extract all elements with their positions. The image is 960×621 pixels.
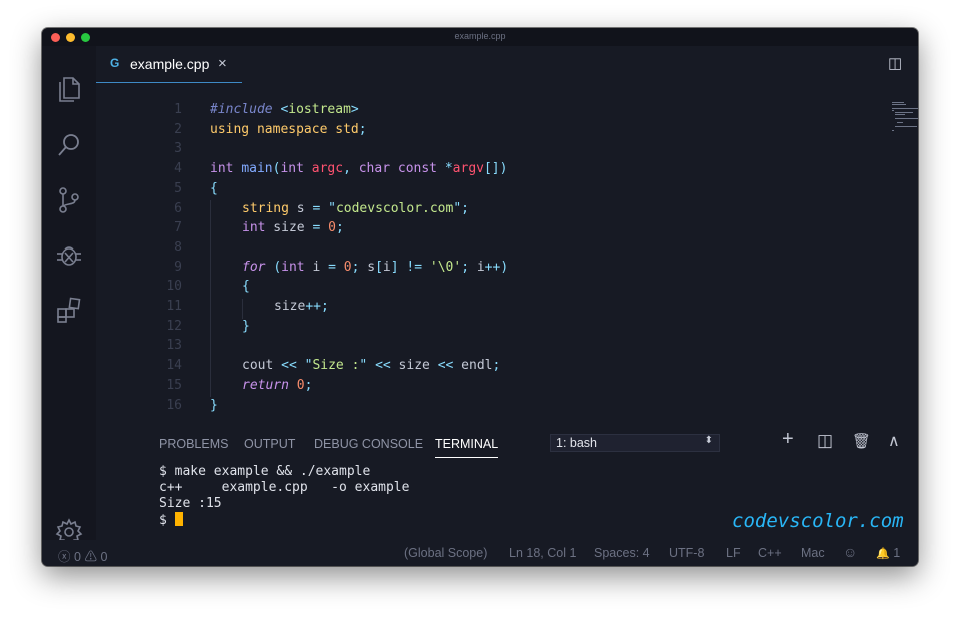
files-icon[interactable] — [54, 74, 84, 104]
tab-example-cpp[interactable]: G example.cpp × — [96, 46, 242, 83]
line-number: 11 — [166, 299, 182, 314]
editor-tabs: G example.cpp × ◫ ··· — [96, 46, 918, 83]
line-number: 9 — [174, 259, 182, 275]
code-text: string s = "codevscolor.com"; — [242, 200, 469, 216]
error-count: 0 — [74, 550, 81, 564]
line-number: 6 — [174, 200, 182, 216]
terminal-line: $ make example && ./example — [159, 464, 371, 479]
source-control-icon[interactable] — [54, 185, 84, 215]
search-icon[interactable] — [54, 130, 84, 160]
warning-icon: ⚠ — [84, 550, 97, 564]
window-title: example.cpp — [454, 31, 506, 41]
minimap[interactable] — [892, 102, 918, 132]
error-icon: ⓧ — [58, 550, 71, 564]
line-number: 2 — [174, 121, 182, 137]
code-text: cout << "Size :" << size << endl; — [242, 358, 501, 374]
notifications-status[interactable]: 🔔 1 — [876, 546, 900, 560]
split-terminal-icon[interactable]: ◫ — [817, 431, 833, 451]
line-number: 15 — [166, 377, 182, 393]
code-text: } — [210, 397, 218, 413]
select-arrow-icon: ⬍ — [704, 435, 713, 446]
title-bar: example.cpp — [42, 28, 918, 46]
activity-bar — [42, 46, 96, 546]
tab-debug-console[interactable]: DEBUG CONSOLE — [314, 437, 423, 451]
platform-status[interactable]: Mac — [801, 546, 825, 560]
tab-terminal[interactable]: TERMINAL — [435, 437, 499, 458]
line-number: 12 — [166, 318, 182, 334]
split-editor-icon[interactable]: ◫ — [888, 54, 902, 72]
extensions-icon[interactable] — [54, 295, 84, 325]
notification-count: 1 — [893, 546, 901, 560]
code-text: { — [242, 279, 250, 295]
code-text: using namespace std; — [210, 121, 367, 137]
line-number: 14 — [166, 358, 182, 374]
watermark: codevscolor.com — [732, 510, 904, 532]
code-editor[interactable]: 1 #include <iostream> 2 using namespace std… — [96, 102, 876, 422]
indent-guide — [210, 200, 211, 397]
code-text: #include <iostream> — [210, 102, 359, 117]
editor-area: G example.cpp × ◫ ··· 1 #include <iostrea… — [96, 46, 918, 540]
debug-icon[interactable] — [54, 240, 84, 270]
terminal-select[interactable]: 1: bash ⬍ — [550, 434, 720, 452]
warning-count: 0 — [100, 550, 108, 564]
trash-icon[interactable]: 🗑 — [852, 432, 871, 450]
scope-status[interactable]: (Global Scope) — [404, 546, 487, 560]
line-number: 5 — [174, 180, 182, 196]
cursor-position-status[interactable]: Ln 18, Col 1 — [509, 546, 576, 560]
editor-window: example.cpp G example.cpp × ◫ 1 #include… — [42, 28, 918, 566]
tab-label: example.cpp — [130, 56, 210, 72]
add-terminal-icon[interactable]: + — [782, 428, 794, 451]
code-text: int size = 0; — [242, 220, 344, 236]
terminal-line: Size :15 — [159, 496, 222, 511]
code-text: int main(int argc, char const *argv[]) — [210, 161, 508, 177]
bell-icon: 🔔 — [876, 548, 890, 560]
terminal-select-value: 1: bash — [556, 436, 598, 450]
line-number: 4 — [174, 161, 182, 177]
code-text: size++; — [274, 299, 329, 314]
tab-output[interactable]: OUTPUT — [244, 437, 295, 451]
code-text: } — [242, 318, 250, 334]
code-text: return 0; — [242, 377, 313, 393]
indentation-status[interactable]: Spaces: 4 — [594, 546, 650, 560]
line-number: 13 — [166, 338, 182, 354]
language-status[interactable]: C++ — [758, 546, 782, 560]
status-bar: ⓧ 0 ⚠ 0 (Global Scope) Ln 18, Col 1 Spac… — [42, 540, 918, 566]
line-number: 3 — [174, 141, 182, 157]
tab-problems[interactable]: PROBLEMS — [159, 437, 228, 451]
terminal-prompt: $ — [159, 512, 183, 528]
terminal-line: c++ example.cpp -o example — [159, 480, 410, 495]
cpp-file-icon: G — [110, 56, 120, 70]
terminal-line: $ — [159, 513, 175, 528]
eol-status[interactable]: LF — [726, 546, 741, 560]
line-number: 7 — [174, 220, 182, 236]
indent-guide — [242, 299, 243, 319]
feedback-icon[interactable]: ☺ — [843, 544, 857, 560]
line-number: 1 — [174, 102, 182, 117]
close-icon[interactable]: × — [218, 55, 227, 72]
line-number: 10 — [166, 279, 182, 295]
code-text: for (int i = 0; s[i] != '\0'; i++) — [242, 259, 509, 275]
maximize-panel-icon[interactable]: ∧ — [888, 431, 900, 451]
terminal-cursor — [174, 512, 183, 526]
problems-status[interactable]: ⓧ 0 ⚠ 0 — [58, 546, 107, 565]
line-number: 8 — [174, 239, 182, 255]
encoding-status[interactable]: UTF-8 — [669, 546, 704, 560]
line-number: 16 — [166, 397, 182, 413]
code-text: { — [210, 180, 218, 196]
